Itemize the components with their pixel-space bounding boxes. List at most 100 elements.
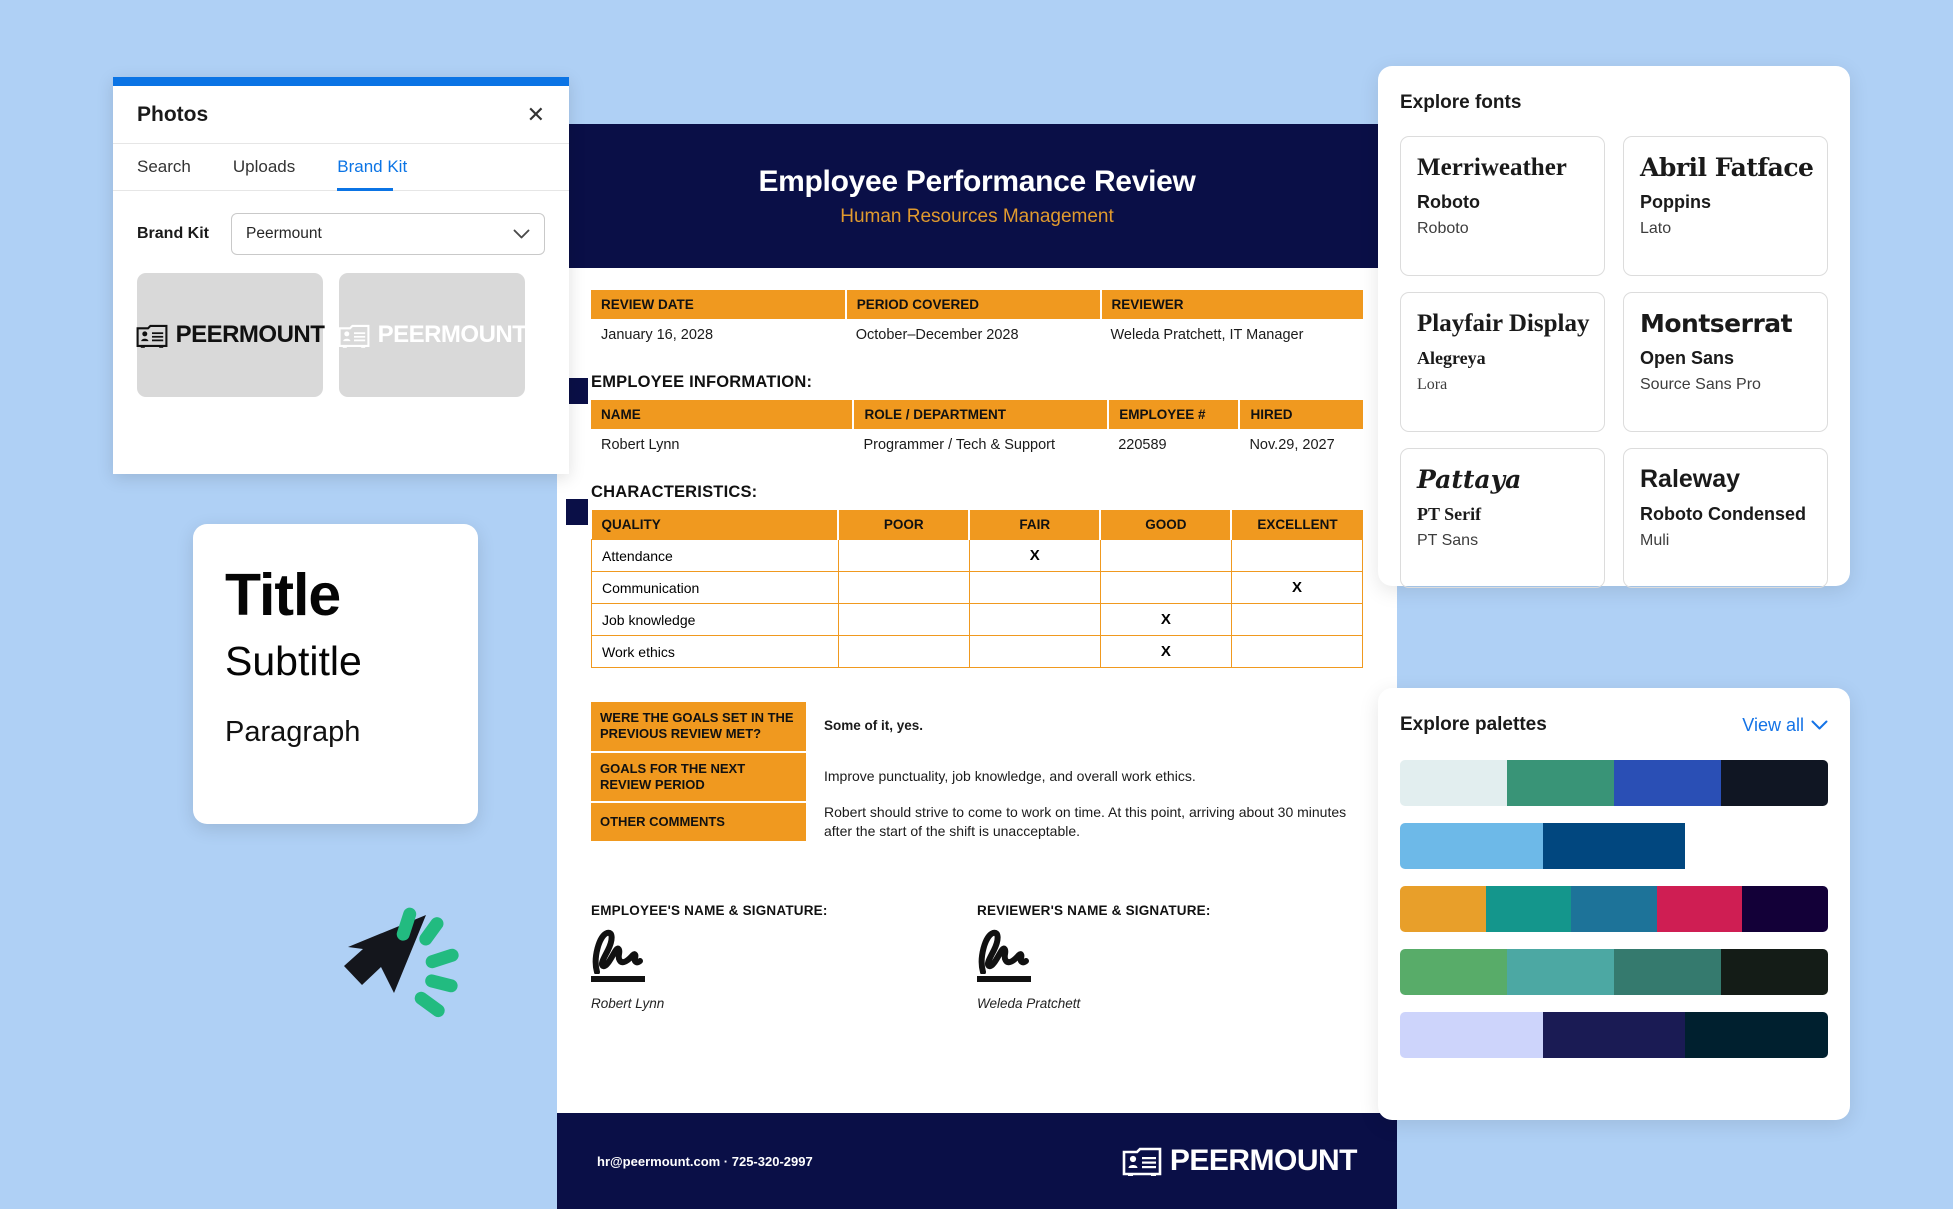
cell-quality: Job knowledge xyxy=(591,603,839,636)
goal-label: GOALS FOR THE NEXT REVIEW PERIOD xyxy=(591,752,806,801)
palette-swatch[interactable] xyxy=(1400,760,1507,806)
brand-kit-row: Brand Kit Peermount xyxy=(113,191,569,255)
explore-palettes-heading: Explore palettes xyxy=(1400,714,1547,735)
palette-swatch[interactable] xyxy=(1400,823,1543,869)
palette-swatch[interactable] xyxy=(1742,886,1828,932)
brand-kit-selected-value: Peermount xyxy=(246,225,322,242)
col-good: GOOD xyxy=(1100,510,1233,540)
palette-row-4[interactable] xyxy=(1400,1012,1828,1058)
col-employee-number: EMPLOYEE # xyxy=(1108,400,1241,429)
col-quality: QUALITY xyxy=(591,510,840,540)
palette-swatch[interactable] xyxy=(1685,823,1828,869)
cursor-arrow-icon xyxy=(340,905,490,1035)
palette-swatch[interactable] xyxy=(1614,949,1721,995)
footer-contact: hr@peermount.com · 725-320-2997 xyxy=(597,1153,813,1169)
font-paragraph-name: Muli xyxy=(1640,532,1670,550)
font-display-name: Raleway xyxy=(1640,465,1741,493)
employee-signature-block: EMPLOYEE'S NAME & SIGNATURE: Robert Lynn xyxy=(591,903,977,1011)
font-card-1[interactable]: Abril Fatface Poppins Lato xyxy=(1623,136,1828,276)
palette-swatch[interactable] xyxy=(1507,949,1614,995)
document-subtitle: Human Resources Management xyxy=(840,205,1114,227)
goal-row: GOALS FOR THE NEXT REVIEW PERIOD Improve … xyxy=(591,752,1363,801)
logo-lockup-dark: PEERMOUNT xyxy=(136,321,325,349)
employee-signature-name: Robert Lynn xyxy=(591,995,665,1011)
col-hired: HIRED xyxy=(1239,400,1363,429)
document-footer: hr@peermount.com · 725-320-2997 PEERMOUN… xyxy=(557,1113,1397,1209)
cell-quality: Work ethics xyxy=(591,635,839,668)
cell-rating-fair xyxy=(968,635,1101,668)
close-icon[interactable]: ✕ xyxy=(527,103,545,126)
palette-row-1[interactable] xyxy=(1400,823,1828,869)
col-role-department: ROLE / DEPARTMENT xyxy=(853,400,1110,429)
signature-section: EMPLOYEE'S NAME & SIGNATURE: Robert Lynn… xyxy=(591,903,1363,1011)
reviewer-signature-line xyxy=(977,975,1031,982)
palette-swatch[interactable] xyxy=(1721,760,1828,806)
chevron-down-icon xyxy=(513,229,530,238)
logo-text-white: PEERMOUNT xyxy=(377,321,527,348)
tab-brand-kit[interactable]: Brand Kit xyxy=(337,144,421,191)
logo-text-dark: PEERMOUNT xyxy=(175,321,325,348)
brand-logo-white[interactable]: PEERMOUNT xyxy=(338,273,527,397)
goal-value: Some of it, yes. xyxy=(824,718,924,734)
view-all-label: View all xyxy=(1742,714,1804,735)
palette-swatch[interactable] xyxy=(1614,760,1721,806)
palette-swatch[interactable] xyxy=(1400,886,1486,932)
goals-and-comments: WERE THE GOALS SET IN THE PREVIOUS REVIE… xyxy=(591,702,1363,841)
font-card-5[interactable]: Raleway Roboto Condensed Muli xyxy=(1623,448,1828,588)
cell-rating-fair: X xyxy=(968,539,1101,572)
font-paragraph-name: Source Sans Pro xyxy=(1640,376,1761,394)
font-subtitle-name: Alegreya xyxy=(1417,347,1486,368)
brand-kit-select[interactable]: Peermount xyxy=(231,213,545,255)
palette-swatch[interactable] xyxy=(1685,1012,1828,1058)
font-subtitle-name: Open Sans xyxy=(1640,347,1735,368)
cell-quality: Communication xyxy=(591,571,839,604)
cell-rating-excellent: X xyxy=(1230,571,1364,604)
reviewer-signature-block: REVIEWER'S NAME & SIGNATURE: Weleda Prat… xyxy=(977,903,1363,1011)
palette-swatch[interactable] xyxy=(1542,823,1686,869)
employee-information-table: NAME ROLE / DEPARTMENT EMPLOYEE # HIRED … xyxy=(591,400,1363,461)
cell-rating-good xyxy=(1099,571,1232,604)
palette-swatch[interactable] xyxy=(1721,949,1828,995)
cell-review-date: January 16, 2028 xyxy=(601,327,714,343)
employee-information-heading: EMPLOYEE INFORMATION: xyxy=(591,373,813,391)
cell-rating-poor xyxy=(837,539,970,572)
brand-logo-dark[interactable]: PEERMOUNT xyxy=(136,273,325,397)
font-subtitle-name: Poppins xyxy=(1640,191,1711,212)
palette-swatch[interactable] xyxy=(1400,949,1507,995)
cell-role-department: Programmer / Tech & Support xyxy=(863,437,1056,453)
palette-swatch[interactable] xyxy=(1400,1012,1543,1058)
font-display-name: Merriweather xyxy=(1417,154,1567,181)
review-meta-table: REVIEW DATE PERIOD COVERED REVIEWER Janu… xyxy=(591,290,1363,351)
palette-swatch[interactable] xyxy=(1542,1012,1686,1058)
palette-row-2[interactable] xyxy=(1400,886,1828,932)
palette-row-0[interactable] xyxy=(1400,760,1828,806)
palette-swatch[interactable] xyxy=(1485,886,1572,932)
palette-swatch[interactable] xyxy=(1656,886,1743,932)
typography-preview-card[interactable]: Title Subtitle Paragraph xyxy=(193,524,478,824)
document-title: Employee Performance Review xyxy=(758,164,1196,198)
palette-swatch[interactable] xyxy=(1507,760,1614,806)
palette-swatch[interactable] xyxy=(1571,886,1657,932)
table-row: Communication X xyxy=(591,571,1364,604)
characteristics-table: QUALITY POOR FAIR GOOD EXCELLENT Attenda… xyxy=(591,510,1364,668)
font-card-3[interactable]: Montserrat Open Sans Source Sans Pro xyxy=(1623,292,1828,432)
table-row: Job knowledge X xyxy=(591,603,1364,636)
font-card-4[interactable]: Pattaya PT Serif PT Sans xyxy=(1400,448,1605,588)
tab-uploads[interactable]: Uploads xyxy=(233,144,309,190)
table-row: Attendance X xyxy=(591,539,1364,572)
footer-logo-text: PEERMOUNT xyxy=(1169,1144,1358,1177)
section-marker-characteristics xyxy=(566,499,588,525)
preview-subtitle: Subtitle xyxy=(225,638,362,684)
font-subtitle-name: Roboto Condensed xyxy=(1640,503,1806,524)
palette-row-3[interactable] xyxy=(1400,949,1828,995)
font-paragraph-name: Lato xyxy=(1640,220,1672,238)
table-row: Work ethics X xyxy=(591,635,1364,668)
font-paragraph-name: Roboto xyxy=(1417,220,1469,238)
font-card-2[interactable]: Playfair Display Alegreya Lora xyxy=(1400,292,1605,432)
characteristics-heading: CHARACTERISTICS: xyxy=(591,483,758,501)
reviewer-signature-name: Weleda Pratchett xyxy=(977,995,1081,1011)
font-card-0[interactable]: Merriweather Roboto Roboto xyxy=(1400,136,1605,276)
goal-value: Robert should strive to come to work on … xyxy=(824,804,1347,839)
tab-search[interactable]: Search xyxy=(137,144,205,190)
view-all-button[interactable]: View all xyxy=(1742,715,1828,736)
